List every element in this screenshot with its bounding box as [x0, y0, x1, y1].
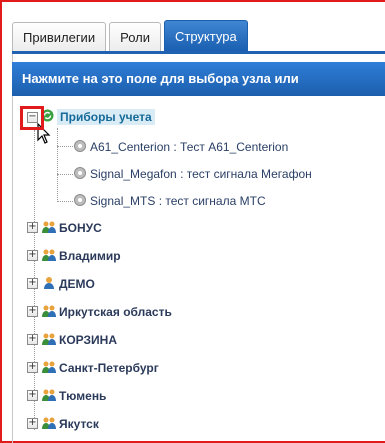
tree-line	[57, 146, 73, 147]
device-label: Signal_MTS : тест сигнала МТС	[90, 194, 266, 208]
group-label: БОНУС	[59, 221, 102, 235]
expand-toggle[interactable]: +	[27, 222, 38, 233]
tab-roles[interactable]: Роли	[109, 22, 161, 51]
tree-group-node[interactable]: Санкт-Петербург	[41, 358, 159, 378]
expand-toggle[interactable]: +	[27, 418, 38, 429]
expand-toggle[interactable]: +	[27, 306, 38, 317]
group-label: КОРЗИНА	[59, 333, 117, 347]
tab-structure[interactable]: Структура	[164, 20, 248, 51]
users-group-icon	[41, 304, 57, 321]
users-group-icon	[41, 360, 57, 377]
expand-toggle[interactable]: +	[27, 390, 38, 401]
tree-line	[57, 128, 58, 202]
user-icon	[41, 276, 57, 293]
expand-toggle[interactable]: +	[27, 362, 38, 373]
tab-privileges[interactable]: Привилегии	[12, 22, 107, 51]
node-selector-bar[interactable]: Нажмите на это поле для выбора узла или	[12, 62, 385, 96]
users-group-icon	[41, 332, 57, 349]
group-label: Иркутская область	[59, 305, 172, 319]
users-group-icon	[41, 248, 57, 265]
device-label: A61_Centerion : Тест A61_Centerion	[90, 140, 289, 154]
gear-icon	[73, 166, 87, 183]
group-label: Тюмень	[59, 389, 107, 403]
tree-line	[57, 201, 73, 202]
gear-icon	[73, 193, 87, 210]
users-group-icon	[41, 416, 57, 433]
tree-device-item[interactable]: Signal_MTS : тест сигнала МТС	[73, 191, 266, 211]
tree-line	[57, 174, 73, 175]
users-group-icon	[41, 220, 57, 237]
tree-group-node[interactable]: ДЕМО	[41, 274, 95, 294]
expand-toggle[interactable]: +	[27, 334, 38, 345]
tree-group-node[interactable]: Тюмень	[41, 386, 106, 406]
users-group-icon	[41, 388, 57, 405]
expand-toggle[interactable]: +	[27, 250, 38, 261]
tree-group-node[interactable]: БОНУС	[41, 218, 102, 238]
tree-root-label: Приборы учета	[57, 109, 155, 125]
group-label: Якутск	[59, 417, 99, 431]
tree-group-node[interactable]: Иркутская область	[41, 302, 172, 322]
group-label: ДЕМО	[59, 277, 95, 291]
collapse-toggle-highlight	[20, 106, 44, 130]
gear-icon	[73, 139, 87, 156]
tree-device-item[interactable]: A61_Centerion : Тест A61_Centerion	[73, 137, 288, 157]
device-label: Signal_Megafon : тест сигнала Мегафон	[90, 167, 312, 181]
tree-device-item[interactable]: Signal_Megafon : тест сигнала Мегафон	[73, 164, 312, 184]
tree-group-node[interactable]: КОРЗИНА	[41, 330, 117, 350]
group-label: Владимир	[59, 249, 121, 263]
tab-bar: Привилегии Роли Структура	[12, 20, 251, 51]
group-label: Санкт-Петербург	[59, 361, 159, 375]
tree-root-node[interactable]: Приборы учета	[41, 107, 155, 127]
tree-group-node[interactable]: Владимир	[41, 246, 121, 266]
expand-toggle[interactable]: +	[27, 278, 38, 289]
tree-group-node[interactable]: Якутск	[41, 414, 99, 434]
